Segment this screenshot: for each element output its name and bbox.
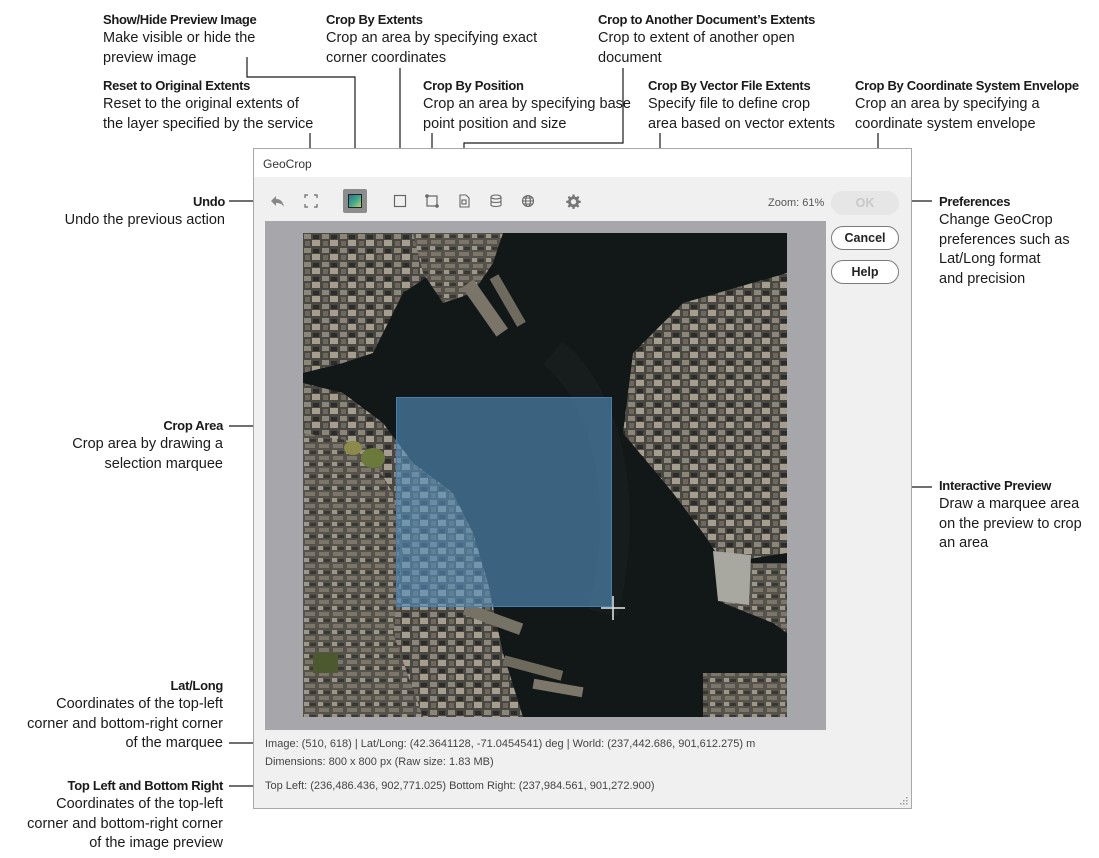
crop-by-vector-file-icon[interactable] bbox=[484, 189, 508, 213]
annotation-title: Crop to Another Document’s Extents bbox=[598, 12, 816, 27]
annotation-desc: Coordinates of the top-left bbox=[56, 696, 223, 712]
annotation-desc: Undo the previous action bbox=[64, 212, 225, 228]
annotation-desc: point position and size bbox=[423, 115, 567, 132]
annotation-desc: Make visible or hide the bbox=[103, 30, 256, 46]
annotation-title: Crop Area bbox=[163, 418, 223, 433]
geocrop-window: GeoCrop Zoom: 61% OK Cancel Help Image: … bbox=[253, 148, 912, 809]
annotation-desc: Draw a marquee area bbox=[939, 496, 1080, 512]
title-bar: GeoCrop bbox=[254, 149, 911, 177]
annotation-crop-extents: Crop By Extents Crop an area by specifyi… bbox=[326, 10, 537, 68]
annotation-title: Interactive Preview bbox=[939, 478, 1052, 493]
resize-grip-icon[interactable] bbox=[899, 796, 908, 805]
annotation-title: Undo bbox=[192, 194, 225, 209]
annotation-desc: the layer specified by the service bbox=[103, 115, 314, 132]
reset-extents-icon[interactable] bbox=[299, 189, 323, 213]
annotation-title: Top Left and Bottom Right bbox=[67, 778, 224, 793]
annotation-desc: Crop an area by specifying exact bbox=[326, 30, 538, 46]
annotation-desc: corner and bottom-right corner bbox=[27, 715, 223, 732]
toolbar: Zoom: 61% bbox=[254, 177, 911, 223]
annotation-desc: of the marquee bbox=[125, 735, 223, 751]
window-title: GeoCrop bbox=[263, 157, 312, 171]
annotation-desc: Lat/Long format bbox=[939, 251, 1041, 267]
annotation-desc: corner and bottom-right corner bbox=[27, 815, 223, 832]
annotation-crop-area: Crop Area Crop area by drawing a selecti… bbox=[40, 416, 223, 474]
latlong-status: Image: (510, 618) | Lat/Long: (42.364112… bbox=[265, 738, 756, 750]
dimensions-status: Dimensions: 800 x 800 px (Raw size: 1.83… bbox=[265, 756, 494, 768]
annotation-title: Crop By Extents bbox=[326, 12, 423, 27]
annotation-latlong: Lat/Long Coordinates of the top-left cor… bbox=[4, 676, 223, 754]
crop-marquee[interactable] bbox=[396, 397, 612, 607]
show-hide-preview-icon[interactable] bbox=[343, 189, 367, 213]
annotation-show-hide: Show/Hide Preview Image Make visible or … bbox=[103, 10, 257, 68]
annotation-title: Crop By Position bbox=[423, 78, 524, 93]
annotation-reset: Reset to Original Extents Reset to the o… bbox=[103, 76, 313, 134]
annotation-title: Lat/Long bbox=[170, 678, 224, 693]
annotation-title: Reset to Original Extents bbox=[103, 78, 251, 93]
annotation-desc: document bbox=[598, 49, 662, 66]
crop-by-extents-icon[interactable] bbox=[388, 189, 412, 213]
annotation-crop-document: Crop to Another Document’s Extents Crop … bbox=[598, 10, 815, 68]
annotation-desc: preview image bbox=[103, 49, 197, 66]
annotation-interactive-preview: Interactive Preview Draw a marquee area … bbox=[939, 476, 1082, 554]
annotation-desc: Change GeoCrop bbox=[939, 212, 1053, 228]
annotation-crop-vector: Crop By Vector File Extents Specify file… bbox=[648, 76, 835, 134]
ok-button[interactable]: OK bbox=[831, 191, 899, 215]
annotation-undo: Undo Undo the previous action bbox=[40, 192, 226, 231]
annotation-crop-envelope: Crop By Coordinate System Envelope Crop … bbox=[855, 76, 1079, 134]
annotation-desc: Crop to extent of another open bbox=[598, 30, 795, 46]
annotation-crop-position: Crop By Position Crop an area by specify… bbox=[423, 76, 631, 134]
annotation-desc: preferences such as bbox=[939, 231, 1070, 248]
annotation-desc: Crop an area by specifying base bbox=[423, 96, 631, 112]
zoom-label: Zoom: 61% bbox=[768, 197, 825, 209]
annotation-desc: corner coordinates bbox=[326, 49, 447, 66]
interactive-preview[interactable] bbox=[265, 221, 826, 730]
annotation-title: Crop By Coordinate System Envelope bbox=[855, 78, 1079, 93]
crop-by-position-icon[interactable] bbox=[420, 189, 444, 213]
annotation-desc: area based on vector extents bbox=[648, 115, 836, 132]
annotation-desc: coordinate system envelope bbox=[855, 115, 1036, 132]
annotation-title: Crop By Vector File Extents bbox=[648, 78, 811, 93]
annotation-desc: Specify file to define crop bbox=[648, 96, 811, 112]
annotation-desc: Crop an area by specifying a bbox=[855, 96, 1040, 112]
undo-icon[interactable] bbox=[266, 189, 290, 213]
preferences-gear-icon[interactable] bbox=[561, 189, 585, 213]
crop-to-document-icon[interactable] bbox=[452, 189, 476, 213]
annotation-desc: Crop area by drawing a bbox=[72, 436, 223, 452]
annotation-desc: selection marquee bbox=[104, 455, 224, 472]
annotation-title: Show/Hide Preview Image bbox=[103, 12, 257, 27]
annotation-desc: on the preview to crop bbox=[939, 515, 1082, 532]
annotation-desc: Reset to the original extents of bbox=[103, 96, 299, 112]
annotation-desc: Coordinates of the top-left bbox=[56, 796, 223, 812]
crosshair-cursor-icon bbox=[601, 596, 625, 620]
aerial-preview-image[interactable] bbox=[303, 233, 787, 717]
help-button[interactable]: Help bbox=[831, 260, 899, 284]
annotation-title: Preferences bbox=[939, 194, 1011, 209]
cancel-button[interactable]: Cancel bbox=[831, 226, 899, 250]
annotation-top-left-bottom-right: Top Left and Bottom Right Coordinates of… bbox=[4, 776, 223, 854]
annotation-desc: an area bbox=[939, 535, 989, 551]
annotation-preferences: Preferences Change GeoCrop preferences s… bbox=[939, 192, 1070, 289]
annotation-desc: and precision bbox=[939, 270, 1026, 287]
extents-status: Top Left: (236,486.436, 902,771.025) Bot… bbox=[265, 780, 655, 792]
annotation-desc: of the image preview bbox=[89, 835, 223, 851]
crop-by-envelope-icon[interactable] bbox=[516, 189, 540, 213]
